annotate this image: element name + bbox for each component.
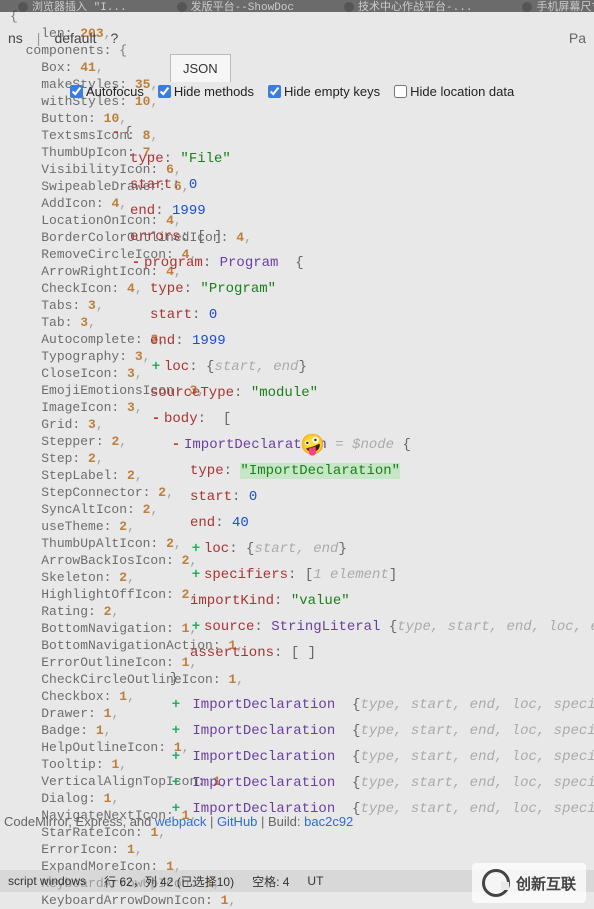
component-counts-list: { len: 203, components: { Box: 41, makeS…: [0, 0, 594, 909]
